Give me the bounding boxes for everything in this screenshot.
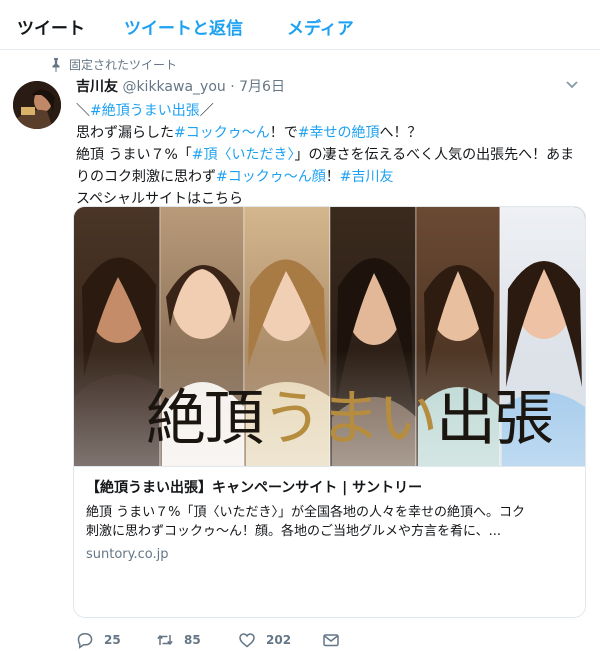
tweet-text: ＼#絶頂うまい出張／ 思わず漏らした#コックゥ〜ん！で#幸せの絶頂へ！？ 絶頂 うま… (76, 100, 591, 210)
hashtag-link[interactable]: #コックゥ〜ん顔 (216, 169, 326, 185)
hashtag-link[interactable]: #吉川友 (340, 169, 394, 185)
display-name[interactable]: 吉川友 (76, 79, 118, 95)
like-count: 202 (266, 633, 292, 647)
tab-media[interactable]: メディア (287, 14, 354, 39)
pinned-indicator: 固定されたツイート (52, 56, 178, 73)
heart-icon (239, 633, 255, 648)
retweet-icon (157, 634, 173, 646)
pin-icon (52, 57, 60, 72)
tweet-header: 吉川友 @kikkawa_you · 7月6日 (76, 76, 285, 96)
avatar[interactable] (13, 81, 61, 129)
card-image: 絶頂うまい出張 (74, 207, 585, 466)
image-title-part-1: 絶頂 (146, 384, 264, 454)
link-card[interactable]: 絶頂うまい出張 【絶頂うまい出張】キャンペーンサイト | サントリー 絶頂 うま… (73, 206, 586, 618)
card-image-title: 絶頂うまい出張 (146, 384, 554, 454)
tab-tweets-and-replies[interactable]: ツイートと返信 (124, 14, 243, 39)
hashtag-link[interactable]: #コックゥ〜ん (174, 125, 270, 141)
tweet-text-segment: 」の凄さを伝えるべく人気の出張先へ！あま (294, 147, 575, 163)
retweet-count: 85 (184, 633, 201, 647)
profile-tabs: ツイート ツイートと返信 メディア (0, 0, 600, 50)
tweet-text-line: ＼#絶頂うまい出張／ (76, 100, 591, 122)
reply-icon (77, 633, 93, 649)
avatar-photo (13, 81, 61, 129)
reply-count: 25 (104, 633, 121, 647)
hashtag-link[interactable]: #幸せの絶頂 (298, 125, 380, 141)
tweet-text-line: 思わず漏らした#コックゥ〜ん！で#幸せの絶頂へ！？ (76, 122, 591, 144)
tweet-text-segment: りのコク刺激に思わず (76, 169, 216, 185)
card-description: 絶頂 うまい７%「頂〈いただき〉」が全国各地の人々を幸せの絶頂へ。コク 刺激に思… (86, 503, 573, 541)
image-title-part-3: 出張 (436, 384, 554, 454)
tweet-text-line: りのコク刺激に思わず#コックゥ〜ん顔！#吉川友 (76, 166, 591, 188)
tweet-text-segment: ！で (269, 125, 298, 141)
tweet-text-segment: スペシャルサイトはこちら (76, 191, 244, 207)
card-domain: suntory.co.jp (86, 547, 169, 562)
hashtag-link[interactable]: #頂〈いただき〉 (192, 147, 295, 163)
tweet-text-segment: 絶頂 うまい７%「 (76, 147, 192, 163)
tab-tweets[interactable]: ツイート (17, 14, 85, 39)
tweet-text-segment: ／ (199, 103, 214, 119)
card-description-line: 刺激に思わずコックゥ〜ん！顔。各地のご当地グルメや方言を肴に、... (86, 524, 502, 539)
user-handle[interactable]: @kikkawa_you (122, 79, 225, 95)
card-meta: 【絶頂うまい出張】キャンペーンサイト | サントリー 絶頂 うまい７%「頂〈いた… (74, 466, 585, 617)
envelope-icon (323, 634, 339, 647)
retweet-button[interactable]: 85 (156, 631, 201, 649)
direct-message-button[interactable] (322, 631, 340, 649)
tweet-text-segment: 思わず漏らした (76, 125, 174, 141)
tweet-text-line: 絶頂 うまい７%「#頂〈いただき〉」の凄さを伝えるべく人気の出張先へ！あま (76, 144, 591, 166)
reply-button[interactable]: 25 (76, 631, 121, 649)
pinned-label: 固定されたツイート (69, 58, 178, 72)
like-button[interactable]: 202 (238, 631, 291, 649)
chevron-down-icon[interactable] (565, 80, 579, 90)
card-title: 【絶頂うまい出張】キャンペーンサイト | サントリー (86, 480, 423, 496)
hashtag-link[interactable]: #絶頂うまい出張 (90, 103, 200, 119)
header-separator: · (230, 79, 235, 95)
image-title-part-2: うまい (262, 384, 438, 454)
tweet-date[interactable]: 7月6日 (239, 79, 285, 95)
pinned-tweet[interactable]: 固定されたツイート 吉川友 @kikkawa_you · 7月6日 ＼#絶頂うま… (0, 50, 600, 649)
tweet-text-segment: ！ (325, 169, 340, 185)
tweet-text-segment: ＼ (76, 103, 90, 119)
card-description-line: 絶頂 うまい７%「頂〈いただき〉」が全国各地の人々を幸せの絶頂へ。コク (86, 505, 525, 520)
tweet-text-segment: へ！？ (379, 125, 422, 141)
